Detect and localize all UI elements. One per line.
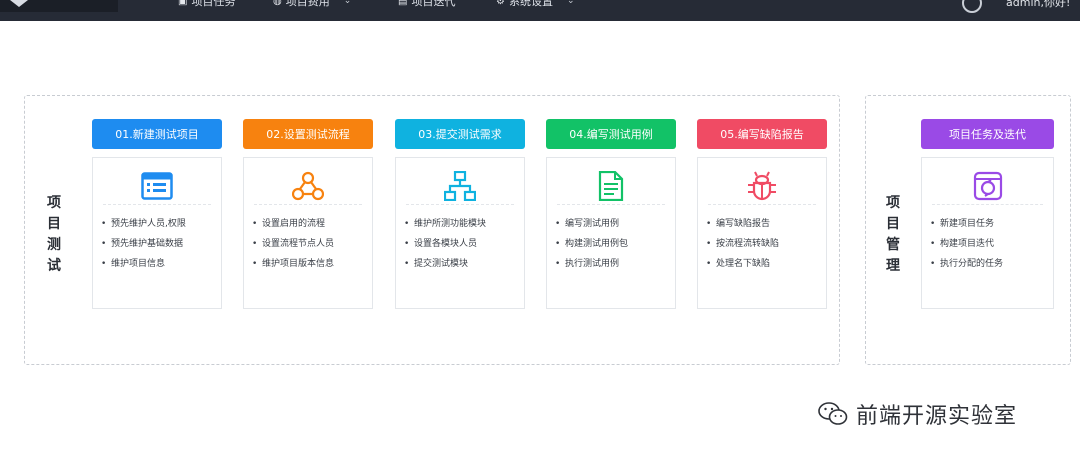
step-1-header[interactable]: 01.新建测试项目 <box>92 119 222 149</box>
list-item: 构建项目迭代 <box>930 234 1003 254</box>
step-4-header[interactable]: 04.编写测试用例 <box>546 119 676 149</box>
list-item: 处理名下缺陷 <box>706 254 779 274</box>
wechat-icon <box>818 402 848 425</box>
list-item: 设置各模块人员 <box>404 234 486 254</box>
step-1-card: 预先维护人员,权限 预先维护基础数据 维护项目信息 <box>92 157 222 309</box>
flow-icon <box>292 171 324 201</box>
cycle-icon <box>973 171 1002 201</box>
step-5-card: 编写缺陷报告 按流程流转缺陷 处理名下缺陷 <box>697 157 827 309</box>
step-4-card: 编写测试用例 构建测试用例包 执行测试用例 <box>546 157 676 309</box>
list-item: 编写缺陷报告 <box>706 214 779 234</box>
mgmt-header[interactable]: 项目任务及迭代 <box>921 119 1054 149</box>
project-test-label: 项目测试 <box>47 195 61 274</box>
nav-item-task[interactable]: ▣ 项目任务 <box>178 0 235 8</box>
nav-item-cost[interactable]: ◍ 项目费用 ⌄ <box>273 0 351 8</box>
nav-item-iteration[interactable]: ▤ 项目迭代 <box>398 0 455 8</box>
nav-item-settings[interactable]: ⚙ 系统设置 ⌄ <box>496 0 575 8</box>
step-2-card: 设置启用的流程 设置流程节点人员 维护项目版本信息 <box>243 157 373 309</box>
globe-icon: ◍ <box>273 0 282 7</box>
list-icon <box>141 172 173 200</box>
hierarchy-icon <box>444 171 476 201</box>
list-item: 设置启用的流程 <box>252 214 334 234</box>
list-item: 维护项目版本信息 <box>252 254 334 274</box>
page: ▣ 项目任务 ◍ 项目费用 ⌄ ▤ 项目迭代 ⚙ 系统设置 ⌄ admin,你好… <box>0 0 1080 460</box>
list-item: 编写测试用例 <box>555 214 628 234</box>
list-item: 预先维护人员,权限 <box>101 214 186 234</box>
project-management-label: 项目管理 <box>886 195 900 274</box>
document-icon: ▤ <box>398 0 408 7</box>
notification-icon[interactable] <box>962 0 982 13</box>
step-5-header[interactable]: 05.编写缺陷报告 <box>697 119 827 149</box>
step-3-header[interactable]: 03.提交测试需求 <box>395 119 525 149</box>
step-2-header[interactable]: 02.设置测试流程 <box>243 119 373 149</box>
gear-icon: ⚙ <box>496 0 505 7</box>
list-item: 设置流程节点人员 <box>252 234 334 254</box>
list-item: 执行分配的任务 <box>930 254 1003 274</box>
top-navbar: ▣ 项目任务 ◍ 项目费用 ⌄ ▤ 项目迭代 ⚙ 系统设置 ⌄ admin,你好… <box>0 0 1080 21</box>
watermark-text: 前端开源实验室 <box>856 404 1018 429</box>
chevron-down-icon: ⌄ <box>343 0 352 6</box>
chevron-down-icon: ⌄ <box>566 0 575 6</box>
logo-icon <box>10 0 28 7</box>
task-icon: ▣ <box>178 0 188 7</box>
list-item: 维护项目信息 <box>101 254 186 274</box>
step-3-card: 维护所测功能模块 设置各模块人员 提交测试模块 <box>395 157 525 309</box>
watermark: 前端开源实验室 <box>818 398 1017 430</box>
document-icon <box>598 171 624 201</box>
logo[interactable] <box>0 0 118 12</box>
bug-icon <box>748 171 776 201</box>
list-item: 维护所测功能模块 <box>404 214 486 234</box>
list-item: 提交测试模块 <box>404 254 486 274</box>
list-item: 预先维护基础数据 <box>101 234 186 254</box>
list-item: 新建项目任务 <box>930 214 1003 234</box>
list-item: 按流程流转缺陷 <box>706 234 779 254</box>
list-item: 执行测试用例 <box>555 254 628 274</box>
user-greeting[interactable]: admin,你好! <box>1006 0 1070 10</box>
list-item: 构建测试用例包 <box>555 234 628 254</box>
mgmt-card: 新建项目任务 构建项目迭代 执行分配的任务 <box>921 157 1054 309</box>
